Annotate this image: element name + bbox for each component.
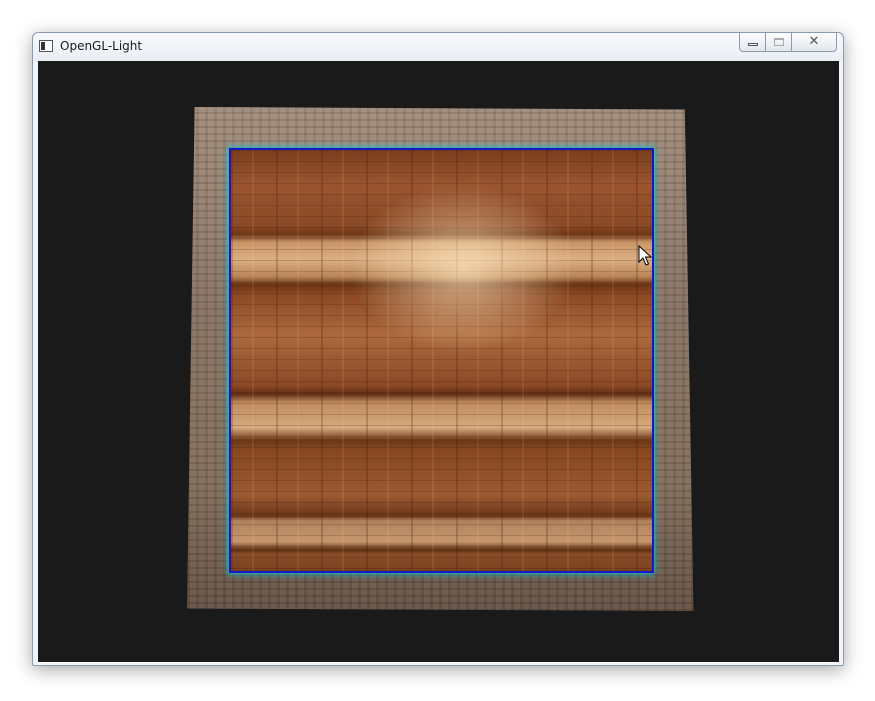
title-bar[interactable]: OpenGL-Light ✕	[33, 33, 843, 61]
window-controls: ✕	[739, 33, 837, 53]
arrow-cursor-icon	[638, 245, 652, 266]
close-button[interactable]: ✕	[792, 33, 837, 52]
minimize-icon	[748, 43, 758, 46]
crate-wood-panel	[231, 150, 652, 571]
maximize-button[interactable]	[766, 33, 792, 52]
app-window: OpenGL-Light ✕	[32, 32, 844, 666]
close-icon: ✕	[808, 34, 820, 49]
opengl-viewport[interactable]	[38, 61, 839, 662]
maximize-icon	[774, 38, 784, 46]
minimize-button[interactable]	[739, 33, 766, 52]
console-window-icon[interactable]	[39, 40, 53, 52]
window-title: OpenGL-Light	[60, 39, 143, 53]
